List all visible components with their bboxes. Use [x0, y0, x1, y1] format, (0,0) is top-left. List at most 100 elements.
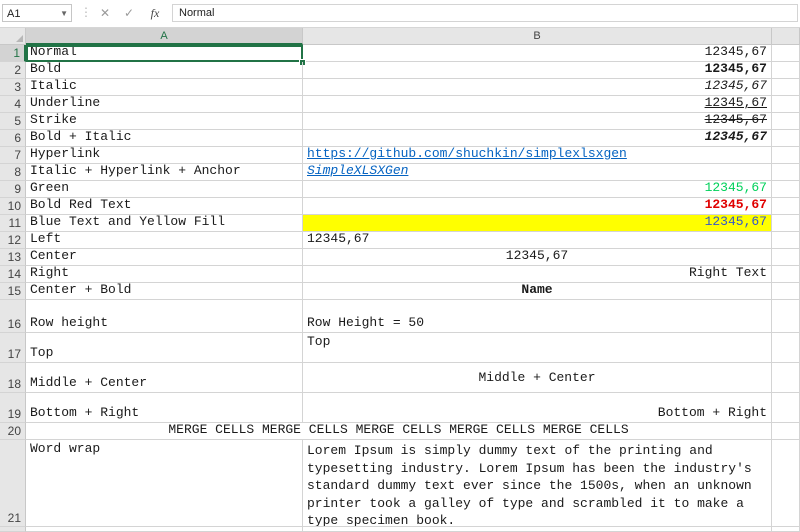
cell-b3[interactable]: 12345,67: [303, 79, 772, 96]
table-row: 6 Bold + Italic 12345,67: [0, 130, 800, 147]
cell-a9[interactable]: Green: [26, 181, 303, 198]
cell-c7[interactable]: [772, 147, 800, 164]
cell-b1[interactable]: 12345,67: [303, 45, 772, 62]
row-header[interactable]: 10: [0, 198, 26, 215]
cell-c5[interactable]: [772, 113, 800, 130]
drag-handle-icon[interactable]: ⋮: [80, 5, 93, 19]
row-header[interactable]: 19: [0, 393, 26, 423]
cell-c8[interactable]: [772, 164, 800, 181]
cell-b15[interactable]: Name: [303, 283, 772, 300]
cell-a6[interactable]: Bold + Italic: [26, 130, 303, 147]
cell-c21[interactable]: [772, 440, 800, 527]
enter-icon[interactable]: ✓: [118, 4, 140, 22]
cell-a19[interactable]: Bottom + Right: [26, 393, 303, 423]
row-header[interactable]: 12: [0, 232, 26, 249]
cell-a4[interactable]: Underline: [26, 96, 303, 113]
cell-b7-hyperlink[interactable]: https://github.com/shuchkin/simplexlsxge…: [303, 147, 772, 164]
cell-a5[interactable]: Strike: [26, 113, 303, 130]
name-box[interactable]: A1 ▼: [2, 4, 72, 22]
cell-a10[interactable]: Bold Red Text: [26, 198, 303, 215]
row-header[interactable]: 21: [0, 440, 26, 527]
cell-b4[interactable]: 12345,67: [303, 96, 772, 113]
merged-cell-a20-b20[interactable]: MERGE CELLS MERGE CELLS MERGE CELLS MERG…: [26, 423, 772, 440]
cell-b10[interactable]: 12345,67: [303, 198, 772, 215]
cell-c11[interactable]: [772, 215, 800, 232]
cell-b11[interactable]: 12345,67: [303, 215, 772, 232]
cell-a13[interactable]: Center: [26, 249, 303, 266]
cell-c3[interactable]: [772, 79, 800, 96]
row-header[interactable]: 2: [0, 62, 26, 79]
insert-function-icon[interactable]: fx: [144, 4, 166, 22]
cell-a22[interactable]: [26, 527, 303, 532]
cell-b14[interactable]: Right Text: [303, 266, 772, 283]
cell-b22[interactable]: [303, 527, 772, 532]
cell-a3[interactable]: Italic: [26, 79, 303, 96]
row-header[interactable]: 5: [0, 113, 26, 130]
cell-b13[interactable]: 12345,67: [303, 249, 772, 266]
cell-c1[interactable]: [772, 45, 800, 62]
cell-c19[interactable]: [772, 393, 800, 423]
formula-input[interactable]: Normal: [172, 4, 798, 22]
cell-c18[interactable]: [772, 363, 800, 393]
cell-a15[interactable]: Center + Bold: [26, 283, 303, 300]
cell-c4[interactable]: [772, 96, 800, 113]
cell-b5[interactable]: 12345,67: [303, 113, 772, 130]
cell-c9[interactable]: [772, 181, 800, 198]
cell-a7[interactable]: Hyperlink: [26, 147, 303, 164]
row-header[interactable]: 15: [0, 283, 26, 300]
cell-c12[interactable]: [772, 232, 800, 249]
row-header[interactable]: 6: [0, 130, 26, 147]
cell-c17[interactable]: [772, 333, 800, 363]
cell-b2[interactable]: 12345,67: [303, 62, 772, 79]
cell-c22[interactable]: [772, 527, 800, 532]
row-header[interactable]: 4: [0, 96, 26, 113]
cell-c14[interactable]: [772, 266, 800, 283]
cell-c15[interactable]: [772, 283, 800, 300]
row-header[interactable]: 8: [0, 164, 26, 181]
cell-a12[interactable]: Left: [26, 232, 303, 249]
cell-b9[interactable]: 12345,67: [303, 181, 772, 198]
cell-a14[interactable]: Right: [26, 266, 303, 283]
cell-c6[interactable]: [772, 130, 800, 147]
cell-b21-wrapped[interactable]: Lorem Ipsum is simply dummy text of the …: [303, 440, 772, 527]
row-header[interactable]: 9: [0, 181, 26, 198]
column-header-a[interactable]: A: [26, 28, 303, 45]
cell-a11[interactable]: Blue Text and Yellow Fill: [26, 215, 303, 232]
row-header[interactable]: 20: [0, 423, 26, 440]
cell-c13[interactable]: [772, 249, 800, 266]
column-header-c[interactable]: [772, 28, 800, 45]
cell-b16[interactable]: Row Height = 50: [303, 300, 772, 333]
row-header[interactable]: 17: [0, 333, 26, 363]
cell-c20[interactable]: [772, 423, 800, 440]
row-header[interactable]: 22: [0, 527, 26, 532]
row-header[interactable]: 3: [0, 79, 26, 96]
cell-c10[interactable]: [772, 198, 800, 215]
cell-c16[interactable]: [772, 300, 800, 333]
cell-b19[interactable]: Bottom + Right: [303, 393, 772, 423]
row-header[interactable]: 7: [0, 147, 26, 164]
row-header[interactable]: 18: [0, 363, 26, 393]
cell-a18[interactable]: Middle + Center: [26, 363, 303, 393]
chevron-down-icon[interactable]: ▼: [60, 5, 68, 23]
cell-a2[interactable]: Bold: [26, 62, 303, 79]
row-header[interactable]: 1: [0, 45, 26, 62]
cell-a1[interactable]: Normal: [26, 45, 303, 62]
cancel-icon[interactable]: ✕: [94, 4, 116, 22]
cell-a8[interactable]: Italic + Hyperlink + Anchor: [26, 164, 303, 181]
cell-a17[interactable]: Top: [26, 333, 303, 363]
cell-a21[interactable]: Word wrap: [26, 440, 303, 527]
cell-b12[interactable]: 12345,67: [303, 232, 772, 249]
cell-b8-hyperlink[interactable]: SimpleXLSXGen: [303, 164, 772, 181]
row-header[interactable]: 13: [0, 249, 26, 266]
column-header-b[interactable]: B: [303, 28, 772, 45]
cell-a16[interactable]: Row height: [26, 300, 303, 333]
row-header[interactable]: 11: [0, 215, 26, 232]
cell-b6[interactable]: 12345,67: [303, 130, 772, 147]
table-row: 20 MERGE CELLS MERGE CELLS MERGE CELLS M…: [0, 423, 800, 440]
cell-b17[interactable]: Top: [303, 333, 772, 363]
row-header[interactable]: 14: [0, 266, 26, 283]
select-all-button[interactable]: [0, 28, 26, 45]
cell-c2[interactable]: [772, 62, 800, 79]
row-header[interactable]: 16: [0, 300, 26, 333]
cell-b18[interactable]: Middle + Center: [303, 363, 772, 393]
